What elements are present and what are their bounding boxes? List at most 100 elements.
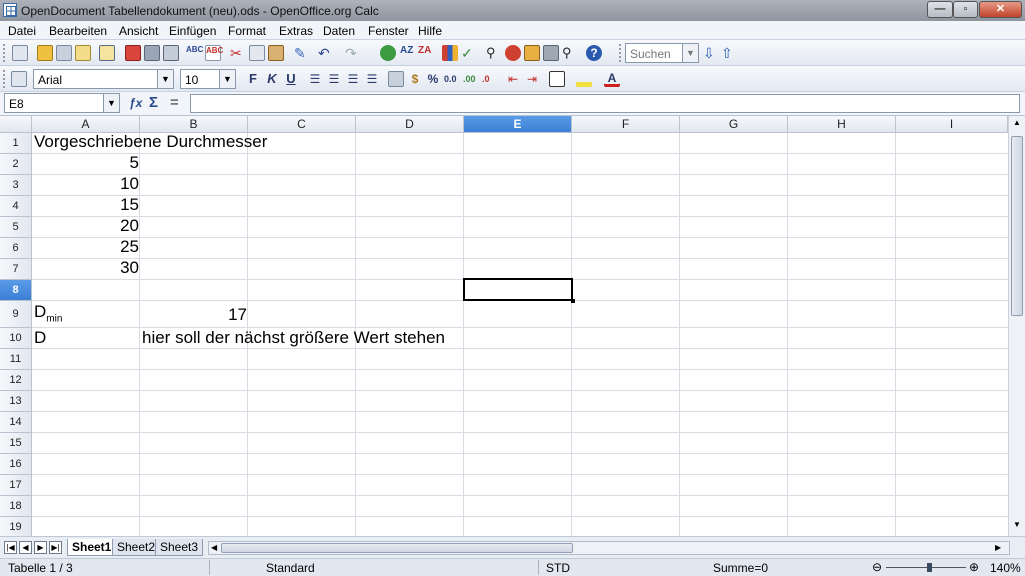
row-header[interactable]: 17 [0,475,32,496]
bold-icon[interactable]: F [245,71,261,87]
last-sheet-icon[interactable]: ▶| [49,541,62,554]
zoom-out-icon[interactable]: ⊖ [872,560,882,574]
chevron-down-icon[interactable]: ▼ [219,70,235,88]
row-header[interactable]: 6 [0,238,32,259]
new-document-icon[interactable] [12,45,28,61]
hyperlink-icon[interactable] [380,45,396,61]
cell-a5[interactable]: 20 [34,216,139,236]
row-header[interactable]: 15 [0,433,32,454]
insert-chart-icon[interactable] [442,45,458,61]
styles-formatting-icon[interactable] [11,71,27,87]
maximize-button[interactable]: ▫ [953,1,978,18]
underline-icon[interactable]: U [283,71,299,87]
sum-icon[interactable]: Σ [149,94,158,111]
zoom-slider-thumb[interactable] [927,563,932,572]
row-header[interactable]: 1 [0,133,32,154]
align-left-icon[interactable]: ☰ [307,71,323,87]
horizontal-scrollbar[interactable]: ◀ ▶ [208,541,1010,555]
row-header[interactable]: 14 [0,412,32,433]
print-icon[interactable] [144,45,160,61]
row-header[interactable]: 5 [0,217,32,238]
name-box[interactable]: E8 ▼ [4,93,120,113]
autospellcheck-icon[interactable]: ABC [205,45,223,61]
cell-a2[interactable]: 5 [34,153,139,173]
data-sources-icon[interactable] [543,45,559,61]
navigator-icon[interactable] [505,45,521,61]
row-header[interactable]: 13 [0,391,32,412]
menu-format[interactable]: Format [228,24,266,38]
row-header[interactable]: 12 [0,370,32,391]
cell-a3[interactable]: 10 [34,174,139,194]
row-header[interactable]: 19 [0,517,32,536]
cell-a10[interactable]: D [34,328,46,348]
cell-a1[interactable]: Vorgeschriebene Durchmesser [34,132,267,152]
menu-datei[interactable]: Datei [8,24,36,38]
column-header[interactable]: F [572,116,680,133]
menu-hilfe[interactable]: Hilfe [418,24,442,38]
email-icon[interactable] [75,45,91,61]
menu-extras[interactable]: Extras [279,24,313,38]
row-header[interactable]: 2 [0,154,32,175]
standard-format-icon[interactable]: 0.0 [444,71,460,87]
justify-icon[interactable]: ☰ [364,71,380,87]
scroll-up-icon[interactable]: ▲ [1011,118,1023,130]
find-replace-icon[interactable]: ⚲ [486,45,502,61]
column-header[interactable]: H [788,116,896,133]
scroll-left-icon[interactable]: ◀ [211,543,217,552]
edit-file-icon[interactable] [99,45,115,61]
menu-fenster[interactable]: Fenster [368,24,409,38]
first-sheet-icon[interactable]: |◀ [4,541,17,554]
scroll-right-icon[interactable]: ▶ [995,543,1001,552]
open-folder-icon[interactable] [37,45,53,61]
menu-daten[interactable]: Daten [323,24,355,38]
font-color-icon[interactable]: A [604,71,620,87]
cut-icon[interactable]: ✂ [230,45,246,61]
sort-descending-icon[interactable]: ZA [418,45,434,61]
italic-icon[interactable]: K [264,71,280,87]
row-header-selected[interactable]: 8 [0,280,32,301]
background-color-icon[interactable] [576,71,592,87]
minimize-button[interactable]: — [927,1,953,18]
column-header[interactable]: B [140,116,248,133]
row-header[interactable]: 16 [0,454,32,475]
horizontal-scroll-thumb[interactable] [221,543,573,553]
sheet-tab[interactable]: Sheet3 [155,539,204,556]
fill-handle[interactable] [571,299,575,303]
add-decimal-icon[interactable]: .00 [463,71,479,87]
print-preview-icon[interactable] [163,45,179,61]
paste-icon[interactable] [268,45,284,61]
decrease-indent-icon[interactable]: ⇤ [505,71,521,87]
column-header[interactable]: A [32,116,140,133]
find-next-icon[interactable]: ⇩ [703,45,719,61]
percent-format-icon[interactable]: % [425,71,441,87]
cell-b10[interactable]: hier soll der nächst größere Wert stehen [142,328,445,348]
selected-cell-cursor[interactable] [463,278,573,301]
row-header[interactable]: 3 [0,175,32,196]
close-button[interactable]: ✕ [979,1,1022,18]
row-header[interactable]: 9 [0,301,32,328]
column-header[interactable]: G [680,116,788,133]
row-header[interactable]: 11 [0,349,32,370]
save-icon[interactable] [56,45,72,61]
search-input[interactable]: Suchen ▼ [625,43,699,63]
undo-icon[interactable]: ↶ [318,45,334,61]
vertical-scroll-thumb[interactable] [1011,136,1023,316]
chevron-down-icon[interactable]: ▼ [103,94,119,112]
column-header[interactable]: D [356,116,464,133]
sort-ascending-icon[interactable]: AZ [400,45,416,61]
copy-icon[interactable] [249,45,265,61]
increase-indent-icon[interactable]: ⇥ [524,71,540,87]
menu-ansicht[interactable]: Ansicht [119,24,158,38]
spellcheck-icon[interactable]: ABC [186,45,203,61]
row-header[interactable]: 4 [0,196,32,217]
menu-einfuegen[interactable]: Einfügen [169,24,216,38]
sheet-tab[interactable]: Sheet2 [112,539,161,556]
chevron-down-icon[interactable]: ▼ [157,70,173,88]
column-header-selected[interactable]: E [464,116,572,133]
zoom-level[interactable]: 140% [990,561,1021,575]
column-header[interactable]: C [248,116,356,133]
next-sheet-icon[interactable]: ▶ [34,541,47,554]
show-draw-functions-icon[interactable]: ✓ [461,45,477,61]
cell-a7[interactable]: 30 [34,258,139,278]
column-header[interactable]: I [896,116,1008,133]
